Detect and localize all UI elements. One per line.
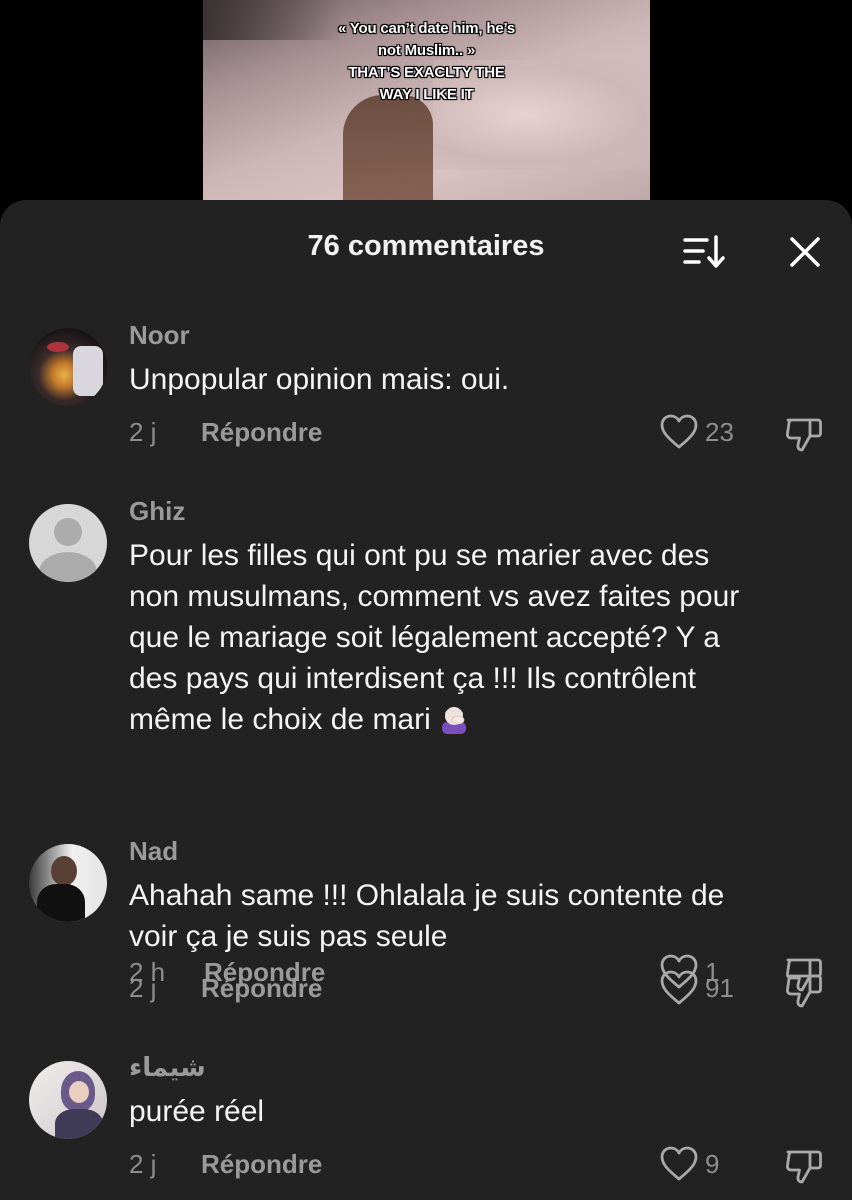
avatar-body [37, 884, 85, 922]
comment-time: 2 j [129, 1149, 157, 1179]
avatar-head [51, 856, 77, 886]
comment-time: 2 j [129, 417, 157, 447]
comment-text-line: Pour les filles qui ont pu se marier ave… [129, 539, 710, 572]
avatar-body [55, 1109, 103, 1139]
heart-icon [660, 1146, 698, 1181]
video-caption-line: « You can’t date him, he’s [337, 20, 516, 37]
comment-username[interactable]: شيماء [129, 1052, 206, 1083]
like-count: 9 [705, 1149, 720, 1179]
video-preview-area[interactable]: « You can’t date him, he’s not Muslim.. … [0, 0, 852, 215]
reply-button[interactable]: Répondre [201, 1149, 322, 1180]
sort-descending-icon [683, 235, 725, 268]
like-count: 23 [705, 417, 734, 447]
dislike-button[interactable] [784, 970, 824, 1010]
avatar[interactable] [29, 328, 107, 406]
like-button[interactable]: 9 [660, 1146, 740, 1182]
video-skin [343, 95, 433, 205]
avatar[interactable] [29, 504, 107, 582]
video-caption-line: not Muslim.. » [377, 42, 476, 59]
like-button[interactable]: 23 [660, 414, 750, 450]
avatar-face [69, 1081, 89, 1103]
comment-text: Unpopular opinion mais: oui. [129, 363, 510, 396]
comment-text: Ahahah same !!! Ohlalala je suis content… [129, 875, 829, 957]
video-caption-line: WAY I LIKE IT [379, 86, 474, 103]
comment-text-line-with-emoji: même le choix de mari [129, 699, 829, 740]
video-thumbnail[interactable]: « You can’t date him, he’s not Muslim.. … [203, 0, 650, 205]
like-count: 91 [705, 973, 734, 1003]
like-button[interactable]: 91 [660, 970, 750, 1006]
comment-username[interactable]: Nad [129, 836, 178, 867]
comment-text-line: que le mariage soit légalement accepté? … [129, 621, 720, 654]
comment-text-line: des pays qui interdisent ça !!! Ils cont… [129, 662, 696, 695]
comment-text-line: même le choix de mari [129, 703, 431, 736]
comment-username[interactable]: Ghiz [129, 496, 185, 527]
video-caption-line: THAT’S EXACLTY THE [348, 64, 505, 81]
thumbs-down-icon [786, 974, 822, 1008]
avatar[interactable] [29, 1061, 107, 1139]
comment-time: 2 j [129, 973, 157, 1003]
comment-text-line: non musulmans, comment vs avez faites po… [129, 580, 740, 613]
close-button[interactable] [783, 230, 827, 274]
thumbs-down-icon [786, 418, 822, 452]
avatar-detail [73, 346, 103, 396]
avatar[interactable] [29, 844, 107, 922]
avatar-head [54, 518, 82, 546]
avatar-body [39, 552, 97, 582]
reply-button[interactable]: Répondre [201, 417, 322, 448]
dislike-button[interactable] [784, 1146, 824, 1186]
sort-button[interactable] [683, 232, 727, 272]
comment-text-line: voir ça je suis pas seule [129, 920, 448, 953]
reply-button[interactable]: Répondre [201, 973, 322, 1004]
comment-text-line: Ahahah same !!! Ohlalala je suis content… [129, 879, 725, 912]
comment-text: Pour les filles qui ont pu se marier ave… [129, 535, 829, 740]
facepalm-emoji-icon [442, 707, 467, 734]
heart-icon [660, 414, 698, 449]
avatar-detail [47, 342, 69, 352]
thumbs-down-icon [786, 1150, 822, 1184]
heart-icon [660, 970, 698, 1005]
comment-text: purée réel [129, 1095, 265, 1128]
close-icon [790, 237, 820, 267]
comments-sheet: 76 commentaires Noor Unpopular opinion m… [0, 200, 852, 1200]
dislike-button[interactable] [784, 414, 824, 454]
comment-username[interactable]: Noor [129, 320, 190, 351]
